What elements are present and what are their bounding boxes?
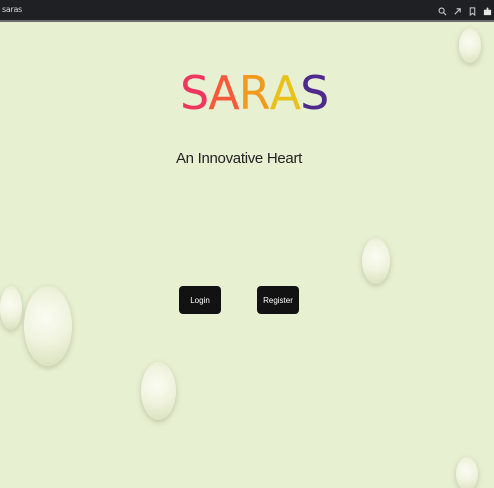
decorative-bubble <box>0 286 22 330</box>
browser-toolbar: saras <box>0 0 494 22</box>
extensions-icon[interactable] <box>483 6 492 16</box>
decorative-bubble <box>141 362 176 420</box>
decorative-bubble <box>24 286 72 366</box>
brand-logo: S A R A S <box>180 66 329 120</box>
brand-letter: R <box>238 66 271 120</box>
tagline: An Innovative Heart <box>175 150 303 167</box>
brand-letter: A <box>269 66 301 120</box>
decorative-bubble <box>459 28 481 63</box>
search-icon[interactable] <box>438 7 447 16</box>
register-button[interactable]: Register <box>257 286 299 314</box>
brand-letter: A <box>208 66 239 120</box>
decorative-bubble <box>362 238 390 284</box>
decorative-bubble <box>456 457 478 488</box>
window-title: saras <box>2 5 22 14</box>
bookmark-icon[interactable] <box>468 6 477 16</box>
brand-letter: S <box>180 66 209 120</box>
share-icon[interactable] <box>453 7 462 16</box>
toolbar-icons <box>438 4 492 18</box>
brand-letter: S <box>300 66 329 120</box>
login-button[interactable]: Login <box>179 286 221 314</box>
